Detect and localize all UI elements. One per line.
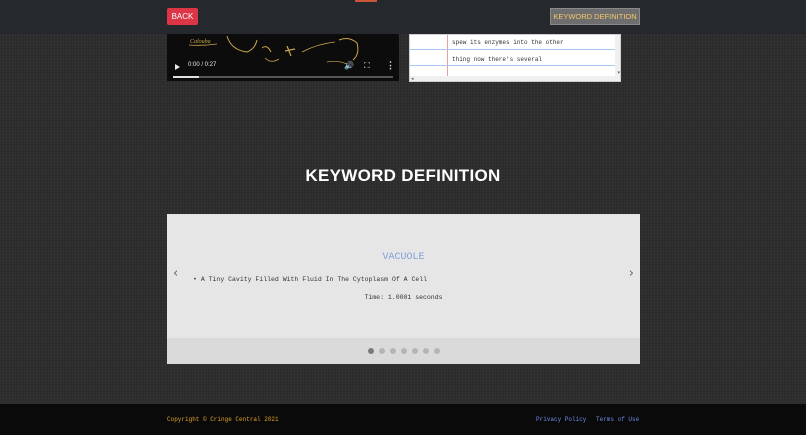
- volume-icon[interactable]: 🔊: [344, 61, 354, 70]
- navbar-accent: [355, 0, 377, 2]
- keyword-definition: • A Tiny Cavity Filled With Fluid In The…: [193, 276, 427, 283]
- transcript-panel[interactable]: spew its enzymes into the other thing no…: [409, 34, 621, 82]
- video-player[interactable]: Calouba 0:00 / 0:27 🔊 ⛶ ⋮: [167, 34, 399, 81]
- carousel-dot[interactable]: [367, 348, 374, 354]
- transcript-line: thing now there's several: [452, 56, 543, 63]
- page-footer: Copyright © Cringe Central 2021 Privacy …: [0, 404, 806, 435]
- video-progress-fill: [173, 76, 200, 79]
- keyword-carousel: ‹ › VACUOLE • A Tiny Cavity Filled With …: [167, 214, 640, 364]
- bullet-icon: •: [193, 276, 197, 283]
- video-scribble-text: Calouba: [190, 39, 211, 45]
- carousel-dot[interactable]: [422, 348, 429, 354]
- carousel-indicator-bar: [167, 338, 640, 364]
- carousel-prev-button[interactable]: ‹: [173, 266, 178, 281]
- more-options-icon[interactable]: ⋮: [386, 60, 395, 71]
- top-navbar: BACK KEYWORD DEFINITION: [0, 0, 806, 34]
- carousel-dot[interactable]: [411, 348, 418, 354]
- section-title: KEYWORD DEFINITION: [305, 166, 501, 185]
- carousel-dots: [167, 348, 640, 354]
- video-controls: 0:00 / 0:27 🔊 ⛶ ⋮: [167, 58, 399, 80]
- video-progress-bar[interactable]: [173, 76, 393, 79]
- carousel-dot[interactable]: [400, 348, 407, 354]
- margin-line: [447, 35, 448, 81]
- carousel-next-button[interactable]: ›: [629, 266, 634, 281]
- video-time: 0:00 / 0:27: [188, 62, 217, 69]
- privacy-policy-link[interactable]: Privacy Policy: [536, 416, 586, 423]
- terms-of-use-link[interactable]: Terms of Use: [596, 416, 639, 423]
- carousel-dot[interactable]: [389, 348, 396, 354]
- carousel-dot[interactable]: [433, 348, 440, 354]
- definition-text: A Tiny Cavity Filled With Fluid In The C…: [200, 276, 428, 283]
- copyright-text: Copyright © Cringe Central 2021: [167, 416, 279, 423]
- keyword-definition-button[interactable]: KEYWORD DEFINITION: [550, 8, 640, 25]
- scroll-left-icon[interactable]: ◂: [411, 76, 414, 81]
- back-button[interactable]: BACK: [167, 8, 198, 25]
- ruled-line: [410, 65, 615, 66]
- scroll-down-icon[interactable]: ▾: [617, 70, 620, 76]
- transcript-horizontal-scrollbar[interactable]: [410, 76, 620, 81]
- transcript-line: spew its enzymes into the other: [452, 39, 564, 46]
- keyword-timing: Time: 1.0001 seconds: [364, 294, 443, 301]
- play-icon[interactable]: [175, 64, 180, 71]
- ruled-line: [410, 49, 615, 50]
- keyword-term: VACUOLE: [382, 252, 425, 263]
- fullscreen-icon[interactable]: ⛶: [364, 61, 370, 71]
- carousel-dot[interactable]: [378, 348, 385, 354]
